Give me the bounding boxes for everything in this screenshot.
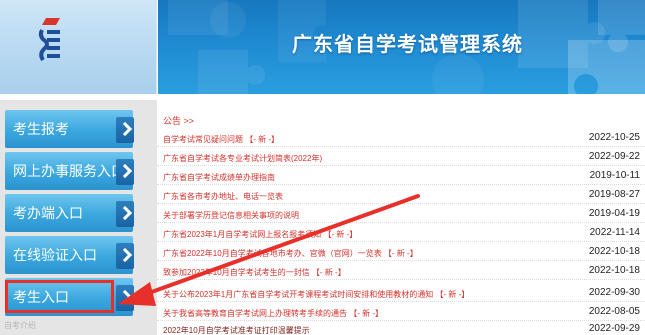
nav-button-exam-registration[interactable]: 考生报考 — [5, 110, 134, 148]
notice-list: 公告 >> 自学考试常见疑问问题 【- 新 -】 2022-10-25 广东省自… — [157, 100, 645, 335]
site-title: 广东省自学考试管理系统 — [292, 34, 523, 56]
nav-button-online-services[interactable]: 网上办事服务入口 — [5, 152, 134, 190]
notice-title-link[interactable]: 关于我省高等教育自学考试网上办理转考手续的通告 【- 新 -】 — [163, 308, 383, 319]
chevron-right-icon[interactable] — [116, 159, 134, 185]
logo-area — [0, 0, 157, 94]
notice-date: 2022-10-18 — [588, 246, 640, 257]
chevron-right-icon[interactable] — [116, 243, 134, 269]
chevron-right-icon[interactable] — [116, 117, 134, 143]
notice-row: 广东省自学考试成绩单办理指南 2019-10-11 — [157, 167, 645, 185]
notice-title-link[interactable]: 致参加2022年10月自学考试考生的一封信 【- 新 -】 — [163, 267, 346, 278]
nav-button-online-verification[interactable]: 在线验证入口 — [5, 236, 134, 274]
notice-row: 2022年10月自学考试准考证打印温馨提示 2022-09-29 — [157, 320, 645, 335]
header: 广东省自学考试管理系统 — [0, 0, 645, 94]
notice-date: 2022-09-30 — [588, 287, 640, 298]
nav-button-exam-office[interactable]: 考办端入口 — [5, 194, 134, 232]
notice-title-link[interactable]: 广东省自学考试成绩单办理指南 — [163, 172, 275, 183]
title-banner: 广东省自学考试管理系统 — [158, 0, 645, 94]
chevron-right-icon[interactable] — [116, 285, 134, 311]
notice-row: 关于公布2023年1月广东省自学考试开考课程考试时间安排和使用教材的通知 【- … — [157, 284, 645, 302]
notice-date: 2022-09-22 — [588, 151, 640, 162]
notice-title-link[interactable]: 广东省自学考试各专业考试计划简表(2022年) — [163, 153, 322, 164]
highlight-box — [5, 280, 114, 313]
exam-board-logo-icon — [38, 18, 60, 62]
notice-row: 广东省2022年10月自学考试各地市考办、官微（官网）一览表 【- 新 -】 2… — [157, 243, 645, 261]
notice-title-link[interactable]: 广东省2023年1月自学考试网上报名报考须知 【- 新 -】 — [163, 229, 357, 240]
notice-title-link[interactable]: 自学考试常见疑问问题 【- 新 -】 — [163, 134, 279, 145]
notice-row: 致参加2022年10月自学考试考生的一封信 【- 新 -】 2022-10-18 — [157, 262, 645, 280]
notice-title-link[interactable]: 广东省各市考办地址、电话一览表 — [163, 191, 283, 202]
notice-heading[interactable]: 公告 >> — [163, 114, 194, 127]
notice-date: 2019-10-11 — [589, 170, 640, 181]
notice-title-link[interactable]: 2022年10月自学考试准考证打印温馨提示 — [163, 325, 310, 335]
nav-button-label: 在线验证入口 — [13, 247, 97, 263]
notice-date: 2019-08-27 — [588, 189, 640, 200]
sidebar-footer-text: 自考介绍 — [4, 321, 36, 330]
notice-title-link[interactable]: 广东省2022年10月自学考试各地市考办、官微（官网）一览表 【- 新 -】 — [163, 248, 418, 259]
notice-row: 广东省2023年1月自学考试网上报名报考须知 【- 新 -】 2022-11-1… — [157, 224, 645, 242]
nav-button-label: 考生报考 — [13, 121, 69, 137]
notice-row: 关于部署学历登记信息相关事项的说明 2019-04-19 — [157, 205, 645, 223]
notice-row: 广东省自学考试各专业考试计划简表(2022年) 2022-09-22 — [157, 148, 645, 166]
notice-date: 2022-10-25 — [588, 132, 640, 143]
chevron-right-icon[interactable] — [116, 201, 134, 227]
notice-date: 2022-09-29 — [588, 323, 640, 334]
notice-row: 自学考试常见疑问问题 【- 新 -】 2022-10-25 — [157, 129, 645, 147]
notice-date: 2022-11-14 — [589, 227, 640, 238]
notice-date: 2022-10-18 — [588, 265, 640, 276]
notice-row: 广东省各市考办地址、电话一览表 2019-08-27 — [157, 186, 645, 204]
nav-button-label: 网上办事服务入口 — [13, 163, 125, 179]
notice-date: 2022-08-05 — [588, 306, 640, 317]
sidebar: 考生报考 网上办事服务入口 考办端入口 在线验证入口 考生入口 自考介绍 — [0, 100, 157, 335]
notice-row: 关于我省高等教育自学考试网上办理转考手续的通告 【- 新 -】 2022-08-… — [157, 303, 645, 321]
notice-date: 2019-04-19 — [588, 208, 640, 219]
notice-title-link[interactable]: 关于部署学历登记信息相关事项的说明 — [163, 210, 299, 221]
nav-button-label: 考办端入口 — [13, 205, 83, 221]
notice-title-link[interactable]: 关于公布2023年1月广东省自学考试开考课程考试时间安排和使用教材的通知 【- … — [163, 289, 469, 300]
